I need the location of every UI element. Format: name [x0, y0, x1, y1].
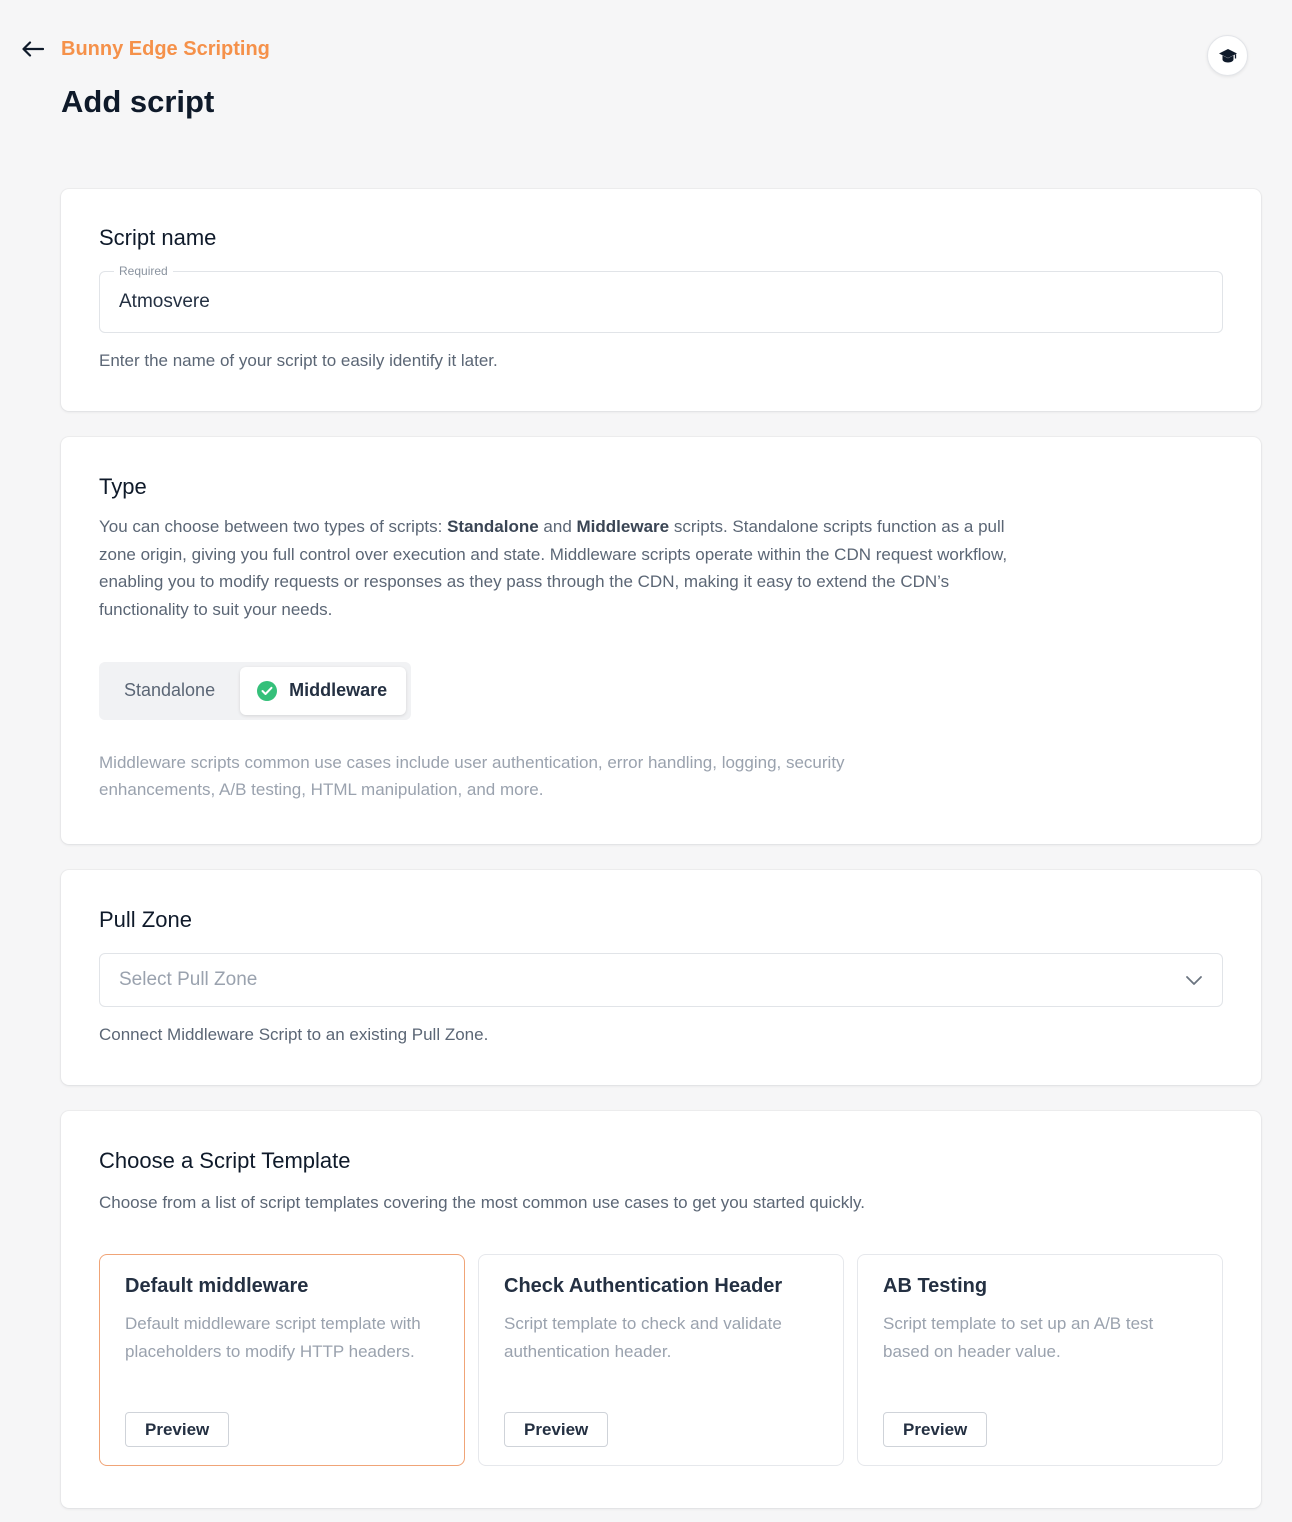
graduation-cap-icon — [1218, 48, 1237, 62]
template-card-default-middleware[interactable]: Default middleware Default middleware sc… — [99, 1254, 465, 1467]
type-option-middleware[interactable]: Middleware — [240, 666, 407, 715]
required-label: Required — [114, 264, 173, 278]
check-circle-icon — [257, 680, 278, 701]
type-card: Type You can choose between two types of… — [61, 437, 1261, 844]
script-name-title: Script name — [99, 225, 217, 250]
page-title: Add script — [61, 84, 215, 119]
templates-hint: Choose from a list of script templates c… — [99, 1193, 865, 1212]
type-toggle: Standalone Middleware — [99, 661, 412, 720]
pull-zone-card: Pull Zone Select Pull Zone Connect Middl… — [61, 870, 1261, 1085]
preview-button[interactable]: Preview — [883, 1412, 988, 1448]
pull-zone-placeholder: Select Pull Zone — [119, 969, 258, 990]
academy-button[interactable] — [1207, 35, 1248, 76]
script-name-input[interactable] — [119, 291, 1203, 313]
script-name-field[interactable]: Required — [99, 264, 1223, 333]
templates-card: Choose a Script Template Choose from a l… — [61, 1111, 1261, 1508]
type-option-label: Standalone — [124, 680, 216, 701]
template-name: AB Testing — [883, 1275, 988, 1298]
type-note: Middleware scripts common use cases incl… — [99, 752, 845, 799]
script-name-card: Script name Required Enter the name of y… — [61, 189, 1261, 411]
type-title: Type — [99, 474, 147, 499]
type-description: You can choose between two types of scri… — [99, 513, 1039, 624]
template-card-ab-testing[interactable]: AB Testing Script template to set up an … — [857, 1254, 1223, 1467]
pull-zone-title: Pull Zone — [99, 907, 192, 932]
template-name: Check Authentication Header — [504, 1275, 783, 1298]
template-list: Default middleware Default middleware sc… — [99, 1254, 1223, 1467]
back-button[interactable] — [20, 36, 46, 62]
script-name-hint: Enter the name of your script to easily … — [99, 351, 498, 370]
template-description: Script template to set up an A/B test ba… — [883, 1314, 1154, 1361]
template-name: Default middleware — [125, 1275, 309, 1298]
type-desc-prefix: You can choose between two types of scri… — [99, 517, 448, 536]
template-description: Default middleware script template with … — [125, 1314, 421, 1361]
template-card-check-auth-header[interactable]: Check Authentication Header Script templ… — [478, 1254, 844, 1467]
type-desc-standalone: Standalone — [447, 517, 539, 536]
type-option-standalone[interactable]: Standalone — [99, 667, 240, 715]
template-description: Script template to check and validate au… — [504, 1314, 782, 1361]
preview-button[interactable]: Preview — [504, 1412, 609, 1448]
chevron-down-icon — [1186, 975, 1202, 985]
pull-zone-select[interactable]: Select Pull Zone — [99, 953, 1223, 1007]
preview-button[interactable]: Preview — [125, 1412, 230, 1448]
templates-title: Choose a Script Template — [99, 1148, 351, 1173]
pull-zone-hint: Connect Middleware Script to an existing… — [99, 1025, 489, 1044]
arrow-left-icon — [22, 41, 44, 57]
breadcrumb[interactable]: Bunny Edge Scripting — [61, 38, 270, 61]
type-desc-and: and — [538, 517, 577, 536]
type-option-label: Middleware — [289, 680, 388, 701]
type-desc-middleware: Middleware — [576, 517, 670, 536]
